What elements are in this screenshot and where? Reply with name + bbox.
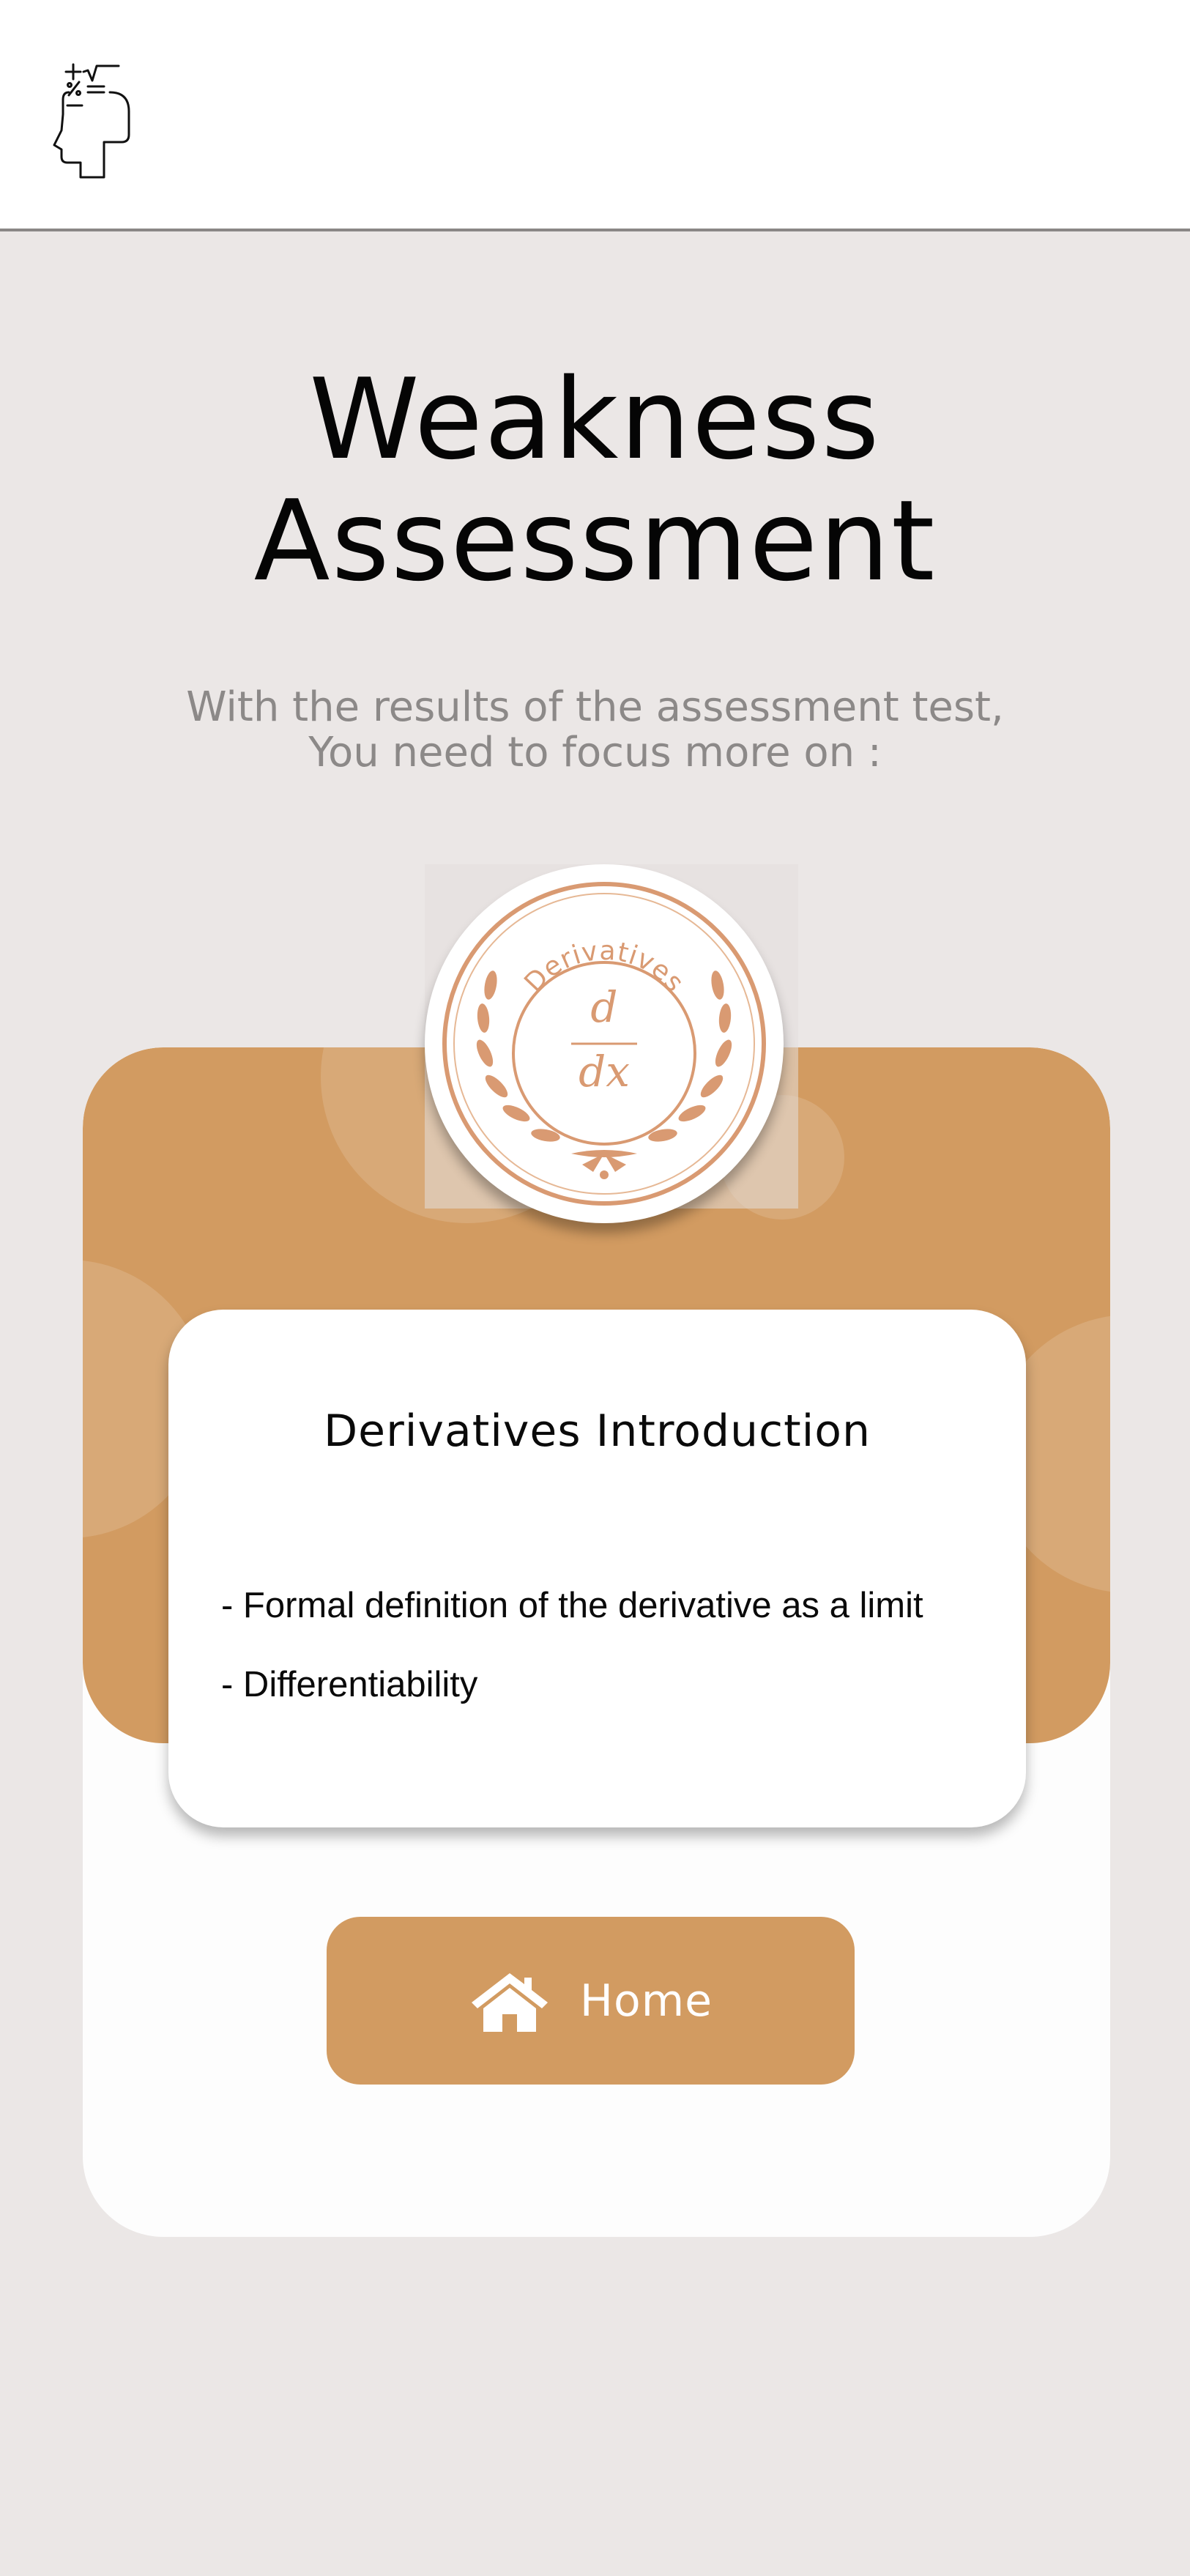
badge-denominator: dx: [579, 1047, 630, 1096]
home-icon: [471, 1972, 548, 2032]
page-title-line-2: Assessment: [253, 476, 937, 606]
weakness-topic-card: Derivatives Introduction - Formal defini…: [168, 1310, 1026, 1827]
page-subtitle: With the results of the assessment test,…: [0, 685, 1190, 776]
math-head-icon[interactable]: [51, 63, 132, 180]
app-header: [0, 0, 1190, 231]
topic-badge: Derivatives d dx: [425, 864, 784, 1223]
badge-numerator: d: [590, 982, 617, 1032]
home-button[interactable]: Home: [327, 1917, 855, 2085]
derivatives-seal: Derivatives d dx: [442, 882, 766, 1206]
page-title-line-1: Weakness: [309, 355, 881, 484]
home-button-label: Home: [579, 1975, 713, 2027]
list-item: - Formal definition of the derivative as…: [221, 1586, 923, 1625]
topic-title: Derivatives Introduction: [323, 1406, 871, 1457]
subtopic-list: - Formal definition of the derivative as…: [221, 1566, 923, 1724]
list-item: - Differentiability: [221, 1665, 478, 1704]
subtitle-line-2: You need to focus more on :: [308, 729, 882, 776]
subtitle-line-1: With the results of the assessment test,: [186, 683, 1004, 731]
page-title: Weakness Assessment: [0, 359, 1190, 602]
